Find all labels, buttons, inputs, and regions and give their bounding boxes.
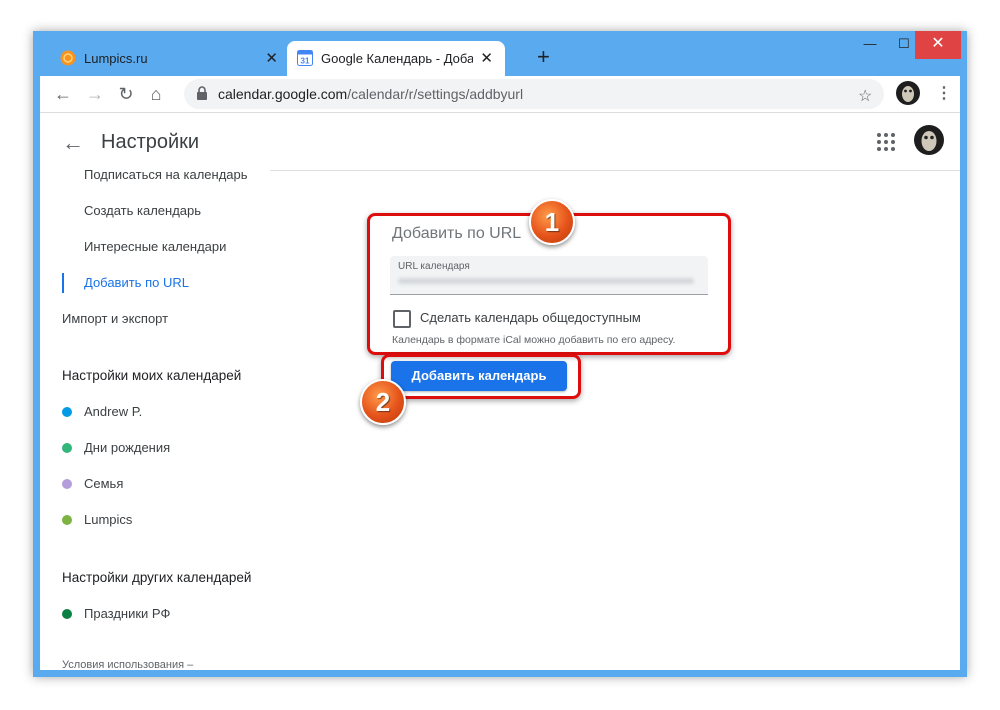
back-arrow-icon[interactable]: ← xyxy=(62,130,84,156)
address-bar[interactable]: calendar.google.com/calendar/r/settings/… xyxy=(184,79,884,109)
settings-page: ← Настройки Подписаться на календарь Соз… xyxy=(40,113,960,670)
lumpics-favicon-icon xyxy=(60,50,76,66)
active-item-indicator xyxy=(62,273,64,293)
other-calendars-heading[interactable]: Настройки других календарей xyxy=(62,570,251,585)
browser-toolbar: ← → ↻ ⌂ calendar.google.com/calendar/r/s… xyxy=(40,76,960,113)
calendar-name: Дни рождения xyxy=(84,440,171,455)
tab-close-icon[interactable]: ✕ xyxy=(480,49,493,67)
step-badge-1: 1 xyxy=(529,199,575,245)
step-badge-2: 2 xyxy=(360,379,406,425)
url-host: calendar.google.com xyxy=(218,86,348,102)
calendar-color-dot xyxy=(62,609,72,619)
lock-icon xyxy=(197,86,207,100)
calendar-item-family[interactable]: Семья xyxy=(62,476,123,491)
calendar-item-holidays[interactable]: Праздники РФ xyxy=(62,606,170,621)
sidebar-item-subscribe[interactable]: Подписаться на календарь xyxy=(84,167,248,182)
home-icon[interactable]: ⌂ xyxy=(145,83,167,105)
terms-link[interactable]: Условия использования – xyxy=(62,659,193,670)
calendar-name: Lumpics xyxy=(84,512,133,527)
sidebar-item-browse[interactable]: Интересные календари xyxy=(84,239,226,254)
sidebar-item-import-export[interactable]: Импорт и экспорт xyxy=(62,311,168,326)
back-icon[interactable]: ← xyxy=(52,83,74,105)
calendar-color-dot xyxy=(62,443,72,453)
tab-close-icon[interactable]: ✕ xyxy=(265,49,278,67)
tab-google-calendar[interactable]: 31 Google Календарь - Добавлени ✕ xyxy=(287,41,505,76)
calendar-color-dot xyxy=(62,515,72,525)
url-path: /calendar/r/settings/addbyurl xyxy=(347,86,524,102)
owl-avatar-icon xyxy=(902,86,914,102)
account-avatar[interactable] xyxy=(914,125,944,155)
google-calendar-icon: 31 xyxy=(297,50,313,66)
calendar-name: Andrew P. xyxy=(84,404,143,419)
browser-window: Lumpics.ru ✕ 31 Google Календарь - Добав… xyxy=(33,31,967,677)
tab-title: Lumpics.ru xyxy=(84,51,148,66)
bookmark-star-icon[interactable]: ☆ xyxy=(858,86,872,106)
sidebar-item-add-by-url[interactable]: Добавить по URL xyxy=(84,275,189,290)
calendar-color-dot xyxy=(62,407,72,417)
minimize-button[interactable]: — xyxy=(853,31,887,59)
reload-icon[interactable]: ↻ xyxy=(115,83,137,105)
calendar-item-andrew[interactable]: Andrew P. xyxy=(62,404,142,419)
google-apps-icon[interactable] xyxy=(877,133,895,151)
calendar-color-dot xyxy=(62,479,72,489)
url-text: calendar.google.com/calendar/r/settings/… xyxy=(218,86,523,102)
my-calendars-heading[interactable]: Настройки моих календарей xyxy=(62,368,241,383)
sidebar-item-create[interactable]: Создать календарь xyxy=(84,203,201,218)
header-divider xyxy=(270,170,960,171)
owl-avatar-icon xyxy=(921,131,937,151)
calendar-item-lumpics[interactable]: Lumpics xyxy=(62,512,132,527)
new-tab-button[interactable]: + xyxy=(537,44,550,70)
forward-icon[interactable]: → xyxy=(84,83,106,105)
profile-avatar[interactable] xyxy=(896,81,920,105)
page-title: Настройки xyxy=(101,131,200,153)
calendar-name: Праздники РФ xyxy=(84,606,171,621)
add-calendar-button[interactable]: Добавить календарь xyxy=(391,361,567,391)
tab-title: Google Календарь - Добавлени xyxy=(321,51,473,66)
tab-lumpics[interactable]: Lumpics.ru ✕ xyxy=(50,41,290,76)
calendar-item-birthdays[interactable]: Дни рождения xyxy=(62,440,170,455)
browser-menu-icon[interactable]: ⋮ xyxy=(936,83,952,103)
calendar-favicon-day: 31 xyxy=(301,57,310,66)
calendar-name: Семья xyxy=(84,476,124,491)
close-window-button[interactable]: ✕ xyxy=(915,31,961,59)
